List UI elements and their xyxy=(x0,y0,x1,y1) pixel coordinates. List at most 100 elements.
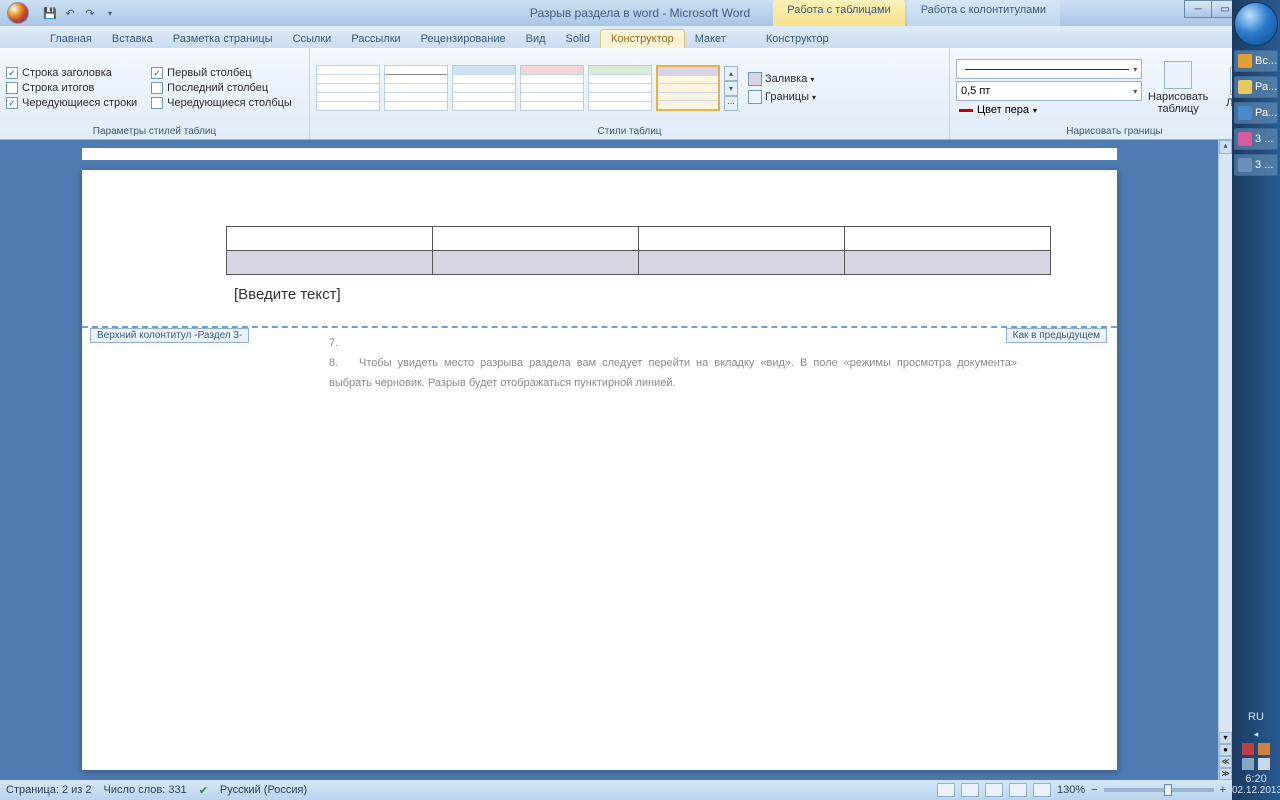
office-orb-icon xyxy=(7,2,29,24)
line-weight-combo[interactable]: 0,5 пт▾ xyxy=(956,81,1142,101)
zoom-slider[interactable] xyxy=(1104,788,1214,792)
tab-table-layout[interactable]: Макет xyxy=(685,30,736,48)
minimize-button[interactable]: ─ xyxy=(1184,0,1212,18)
table-style-6-selected[interactable] xyxy=(656,65,720,111)
taskbar-label: Вс... xyxy=(1255,55,1277,67)
check-banded-rows-label: Чередующиеся строки xyxy=(22,97,137,109)
scroll-up-icon[interactable]: ▴ xyxy=(1219,140,1232,154)
table-style-1[interactable] xyxy=(316,65,380,111)
view-outline-icon[interactable] xyxy=(1009,783,1027,797)
start-button[interactable] xyxy=(1234,2,1278,46)
windows-taskbar: Вс... Ра... Ра... 3 ... 3 ... RU ◂ 6:20 … xyxy=(1232,0,1280,800)
borders-button[interactable]: Границы ▾ xyxy=(744,89,820,105)
same-as-previous-tag[interactable]: Как в предыдущем xyxy=(1006,328,1107,343)
tab-home[interactable]: Главная xyxy=(40,30,102,48)
clock-time[interactable]: 6:20 xyxy=(1232,773,1280,785)
line-style-combo[interactable]: ▾ xyxy=(956,59,1142,79)
group-label-styles: Стили таблиц xyxy=(316,125,943,138)
table-style-3[interactable] xyxy=(452,65,516,111)
gallery-more-icon[interactable]: ⋯ xyxy=(724,96,738,111)
shading-button[interactable]: Заливка ▾ xyxy=(744,71,820,87)
view-web-icon[interactable] xyxy=(985,783,1003,797)
table-styles-gallery[interactable]: ▴ ▾ ⋯ xyxy=(316,65,738,111)
table-style-4[interactable] xyxy=(520,65,584,111)
redo-icon[interactable]: ↷ xyxy=(82,5,98,21)
zoom-thumb[interactable] xyxy=(1164,784,1172,796)
status-page[interactable]: Страница: 2 из 2 xyxy=(6,784,92,796)
vertical-scrollbar[interactable]: ▴ ▾ ● ≪ ≫ xyxy=(1218,140,1232,780)
tab-references[interactable]: Ссылки xyxy=(283,30,342,48)
save-icon[interactable]: 💾 xyxy=(42,5,58,21)
pen-color-button[interactable]: Цвет пера ▾ xyxy=(956,103,1142,117)
undo-icon[interactable]: ↶ xyxy=(62,5,78,21)
taskbar-item-5[interactable]: 3 ... xyxy=(1234,154,1278,176)
list-number-8: 8. xyxy=(329,354,359,374)
page[interactable]: [Введите текст] Верхний колонтитул -Разд… xyxy=(82,170,1117,770)
zoom-out-icon[interactable]: − xyxy=(1091,784,1097,796)
taskbar-item-4[interactable]: 3 ... xyxy=(1234,128,1278,150)
document-table[interactable] xyxy=(226,226,1051,275)
zoom-in-icon[interactable]: + xyxy=(1220,784,1226,796)
clock-date[interactable]: 02.12.2013 xyxy=(1232,785,1280,796)
zoom-level[interactable]: 130% xyxy=(1057,784,1085,796)
view-draft-icon[interactable] xyxy=(1033,783,1051,797)
body-text: 7. 8.Чтобы увидеть место разрыва раздела… xyxy=(329,334,1017,393)
check-total-row[interactable]: Строка итогов xyxy=(6,82,137,94)
view-print-layout-icon[interactable] xyxy=(937,783,955,797)
qat-dropdown-icon[interactable]: ▾ xyxy=(102,5,118,21)
header-placeholder-text[interactable]: [Введите текст] xyxy=(234,286,341,303)
ribbon-tabs: Главная Вставка Разметка страницы Ссылки… xyxy=(0,26,1280,48)
document-area[interactable]: [Введите текст] Верхний колонтитул -Разд… xyxy=(0,140,1218,780)
volume-icon[interactable] xyxy=(1258,758,1270,770)
tab-mailings[interactable]: Рассылки xyxy=(341,30,410,48)
group-table-styles: ▴ ▾ ⋯ Заливка ▾ Границы ▾ Стили таблиц xyxy=(310,48,950,139)
scroll-track[interactable] xyxy=(1219,154,1232,730)
next-page-icon[interactable]: ≫ xyxy=(1219,768,1232,780)
tray-icon-1[interactable] xyxy=(1242,743,1254,755)
language-indicator[interactable]: RU xyxy=(1232,711,1280,723)
view-fullscreen-icon[interactable] xyxy=(961,783,979,797)
status-word-count[interactable]: Число слов: 331 xyxy=(104,784,187,796)
header-section-tag[interactable]: Верхний колонтитул -Раздел 3- xyxy=(90,328,249,343)
prev-page-strip xyxy=(82,148,1117,160)
tab-solid[interactable]: Solid xyxy=(556,30,600,48)
line-style-preview xyxy=(965,69,1129,70)
taskbar-item-2[interactable]: Ра... xyxy=(1234,76,1278,98)
table-style-5[interactable] xyxy=(588,65,652,111)
office-button[interactable] xyxy=(0,0,36,26)
tray-icon-2[interactable] xyxy=(1258,743,1270,755)
scroll-down-icon[interactable]: ▾ xyxy=(1219,732,1232,744)
spellcheck-icon[interactable]: ✔ xyxy=(199,784,208,797)
table-style-2[interactable] xyxy=(384,65,448,111)
tab-table-design[interactable]: Конструктор xyxy=(600,29,685,48)
gallery-up-icon[interactable]: ▴ xyxy=(724,66,738,81)
check-first-column[interactable]: Первый столбец xyxy=(151,67,292,79)
tab-insert[interactable]: Вставка xyxy=(102,30,163,48)
taskbar-label: Ра... xyxy=(1255,81,1277,93)
group-label-draw: Нарисовать границы xyxy=(956,125,1273,138)
folder-icon xyxy=(1238,80,1252,94)
network-icon[interactable] xyxy=(1242,758,1254,770)
check-header-row[interactable]: Строка заголовка xyxy=(6,67,137,79)
app-icon xyxy=(1238,158,1252,172)
tab-page-layout[interactable]: Разметка страницы xyxy=(163,30,283,48)
status-language[interactable]: Русский (Россия) xyxy=(220,784,307,796)
tray-expand-icon[interactable]: ◂ xyxy=(1232,729,1280,740)
tab-header-design[interactable]: Конструктор xyxy=(756,30,839,48)
taskbar-item-1[interactable]: Вс... xyxy=(1234,50,1278,72)
group-label-tableopts: Параметры стилей таблиц xyxy=(6,125,303,138)
tab-view[interactable]: Вид xyxy=(516,30,556,48)
check-last-column[interactable]: Последний столбец xyxy=(151,82,292,94)
taskbar-item-3[interactable]: Ра... xyxy=(1234,102,1278,124)
gallery-down-icon[interactable]: ▾ xyxy=(724,81,738,96)
draw-table-button[interactable]: Нарисовать таблицу xyxy=(1148,61,1208,115)
check-last-column-label: Последний столбец xyxy=(167,82,268,94)
context-tab-tables: Работа с таблицами xyxy=(773,0,904,26)
prev-page-icon[interactable]: ≪ xyxy=(1219,756,1232,768)
check-banded-columns[interactable]: Чередующиеся столбцы xyxy=(151,97,292,109)
browse-object-icon[interactable]: ● xyxy=(1219,744,1232,756)
taskbar-label: Ра... xyxy=(1255,107,1277,119)
tab-review[interactable]: Рецензирование xyxy=(411,30,516,48)
system-tray: RU ◂ 6:20 02.12.2013 xyxy=(1232,707,1280,800)
check-banded-rows[interactable]: Чередующиеся строки xyxy=(6,97,137,109)
